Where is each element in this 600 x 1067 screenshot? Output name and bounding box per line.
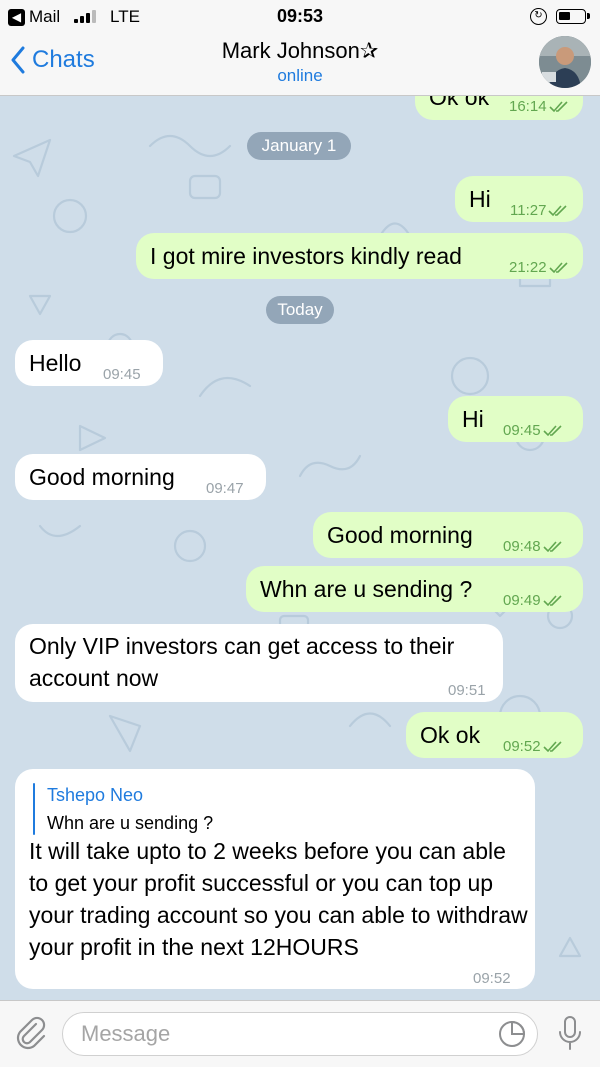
composer-bar xyxy=(0,1000,600,1067)
message-outgoing[interactable]: Ok ok 16:14 xyxy=(415,96,583,120)
message-text: It will take upto to 2 weeks before you … xyxy=(29,838,528,960)
date-separator: Today xyxy=(266,296,334,324)
message-outgoing[interactable]: Whn are u sending ? 09:49 xyxy=(246,566,583,612)
message-text: Hi xyxy=(462,406,484,432)
message-incoming[interactable]: Only VIP investors can get access to the… xyxy=(15,624,503,702)
reply-quote-bar xyxy=(33,783,35,835)
message-time: 11:27 xyxy=(510,195,568,227)
message-text: Only VIP investors can get access to the… xyxy=(29,633,455,691)
double-check-icon xyxy=(548,262,568,274)
battery-icon xyxy=(556,9,590,24)
message-text: Good morning xyxy=(327,522,473,548)
status-time: 09:53 xyxy=(276,6,324,26)
message-outgoing[interactable]: I got mire investors kindly read 21:22 xyxy=(136,233,583,279)
attach-button[interactable] xyxy=(14,1016,48,1055)
message-outgoing[interactable]: Hi 09:45 xyxy=(448,396,583,442)
message-time: 09:47 xyxy=(206,480,244,497)
message-time: 09:45 xyxy=(503,415,563,447)
message-text: Good morning xyxy=(29,464,175,490)
message-text: I got mire investors kindly read xyxy=(150,243,462,269)
lock-rotation-icon: ↻ xyxy=(530,8,547,25)
message-input[interactable] xyxy=(62,1012,538,1056)
double-check-icon xyxy=(542,741,562,753)
chat-header: Chats Mark Johnson✰ online xyxy=(0,32,600,96)
sticker-button[interactable] xyxy=(498,1020,526,1053)
message-text: Ok ok xyxy=(420,722,481,748)
message-time: 09:48 xyxy=(503,531,563,563)
sticker-icon xyxy=(499,1020,526,1047)
message-list[interactable]: Ok ok 16:14 January 1 Hi 11:27 I got mir… xyxy=(0,96,600,1000)
message-outgoing[interactable]: Good morning 09:48 xyxy=(313,512,583,558)
message-time: 09:52 xyxy=(473,970,511,987)
double-check-icon xyxy=(542,541,562,553)
message-text: Hi xyxy=(469,186,491,212)
message-outgoing[interactable]: Hi 11:27 xyxy=(455,176,583,222)
message-time: 09:45 xyxy=(103,366,141,383)
message-time: 09:51 xyxy=(448,682,486,699)
status-bar: ◀ Mail LTE 09:53 ↻ xyxy=(0,0,600,32)
date-separator: January 1 xyxy=(247,132,351,160)
double-check-icon xyxy=(542,425,562,437)
double-check-icon xyxy=(548,101,568,113)
message-time: 21:22 xyxy=(509,252,569,284)
message-incoming-reply[interactable]: Tshepo Neo Whn are u sending ? It will t… xyxy=(15,769,535,989)
message-text: Ok ok xyxy=(429,96,490,110)
message-time: 09:52 xyxy=(503,731,563,763)
message-incoming[interactable]: Good morning 09:47 xyxy=(15,454,266,500)
avatar[interactable] xyxy=(539,36,591,88)
contact-status: online xyxy=(277,66,323,85)
message-outgoing[interactable]: Ok ok 09:52 xyxy=(406,712,583,758)
message-time: 16:14 xyxy=(509,96,569,123)
double-check-icon xyxy=(542,595,562,607)
contact-name[interactable]: Mark Johnson✰ xyxy=(0,38,600,64)
message-incoming[interactable]: Hello 09:45 xyxy=(15,340,163,386)
microphone-icon xyxy=(559,1016,581,1050)
attach-icon xyxy=(16,1016,46,1050)
message-text: Hello xyxy=(29,350,82,376)
message-time: 09:49 xyxy=(503,585,563,617)
double-check-icon xyxy=(548,205,568,217)
message-text: Whn are u sending ? xyxy=(260,576,473,602)
microphone-button[interactable] xyxy=(557,1015,583,1058)
